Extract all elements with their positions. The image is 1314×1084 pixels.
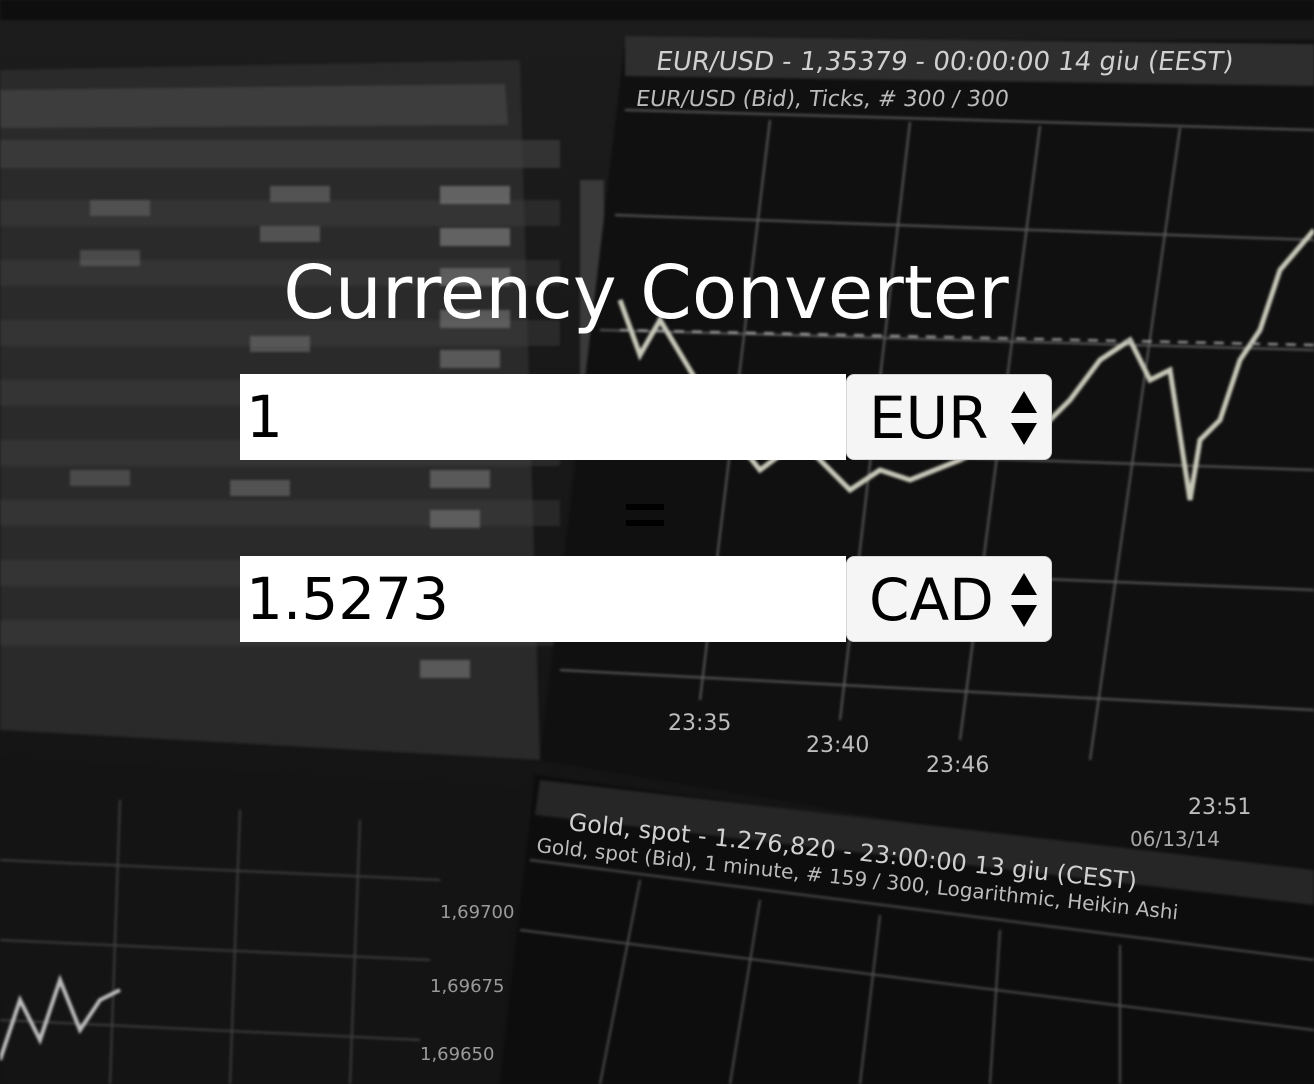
background-chart-labels: EUR/USD - 1,35379 - 00:00:00 14 giu (EES… (420, 47, 1251, 1065)
chart-top-subtitle: EUR/USD (Bid), Ticks, # 300 / 300 (634, 86, 1010, 112)
to-amount-input[interactable]: 1.5273 (240, 556, 846, 642)
time-label-3: 23:46 (926, 753, 989, 778)
from-row: 1 EUR (240, 374, 1052, 460)
from-amount-input[interactable]: 1 (240, 374, 846, 460)
from-currency-select[interactable]: EUR (846, 374, 1052, 460)
to-row: 1.5273 CAD (240, 556, 1052, 642)
price-label-2: 1,69675 (430, 976, 504, 997)
chart-top-title: EUR/USD - 1,35379 - 00:00:00 14 giu (EES… (654, 47, 1235, 77)
price-label-3: 1,69650 (420, 1044, 494, 1065)
time-label-2: 23:40 (806, 733, 869, 758)
price-label-1: 1,69700 (440, 902, 514, 923)
page-title: Currency Converter (283, 250, 1009, 336)
from-currency-value: EUR (869, 384, 989, 452)
select-up-down-icon (1011, 573, 1037, 627)
date-label: 06/13/14 (1130, 827, 1220, 851)
to-currency-value: CAD (869, 566, 994, 634)
background-trading-screen: EUR/USD - 1,35379 - 00:00:00 14 giu (EES… (0, 0, 1314, 1084)
equals-sign (626, 500, 666, 530)
time-label-1: 23:35 (668, 711, 731, 736)
to-currency-select[interactable]: CAD (846, 556, 1052, 642)
select-up-down-icon (1011, 391, 1037, 445)
time-label-4: 23:51 (1188, 795, 1251, 820)
